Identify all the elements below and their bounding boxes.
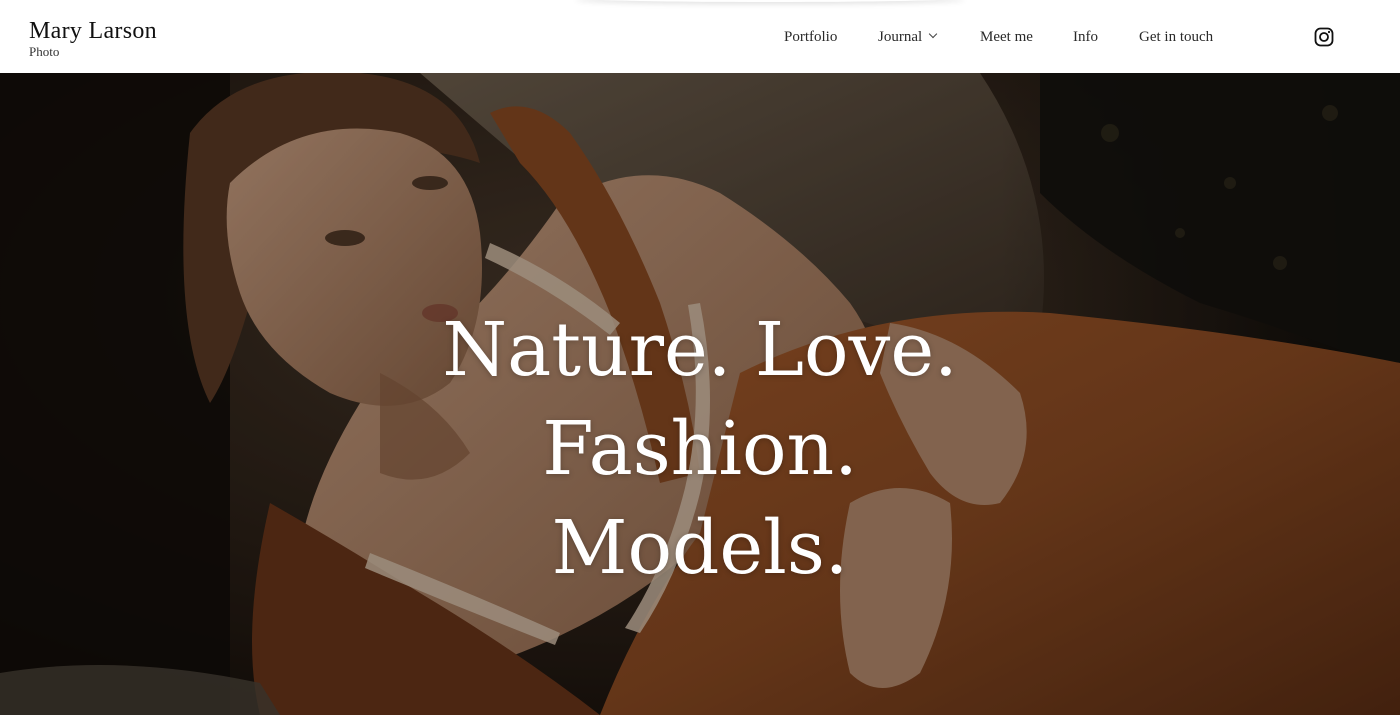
hero-headline-line: Nature. Love.	[442, 307, 958, 393]
hero-section: Nature. Love. Fashion. Models.	[0, 73, 1400, 715]
nav-item-get-in-touch[interactable]: Get in touch	[1139, 27, 1213, 47]
header-shadow-decor	[575, 0, 965, 2]
brand-subtitle: Photo	[29, 44, 60, 59]
hero-headline-line: Models.	[551, 505, 849, 591]
nav-item-portfolio[interactable]: Portfolio	[784, 27, 837, 47]
instagram-icon[interactable]	[1314, 27, 1334, 47]
nav-item-info[interactable]: Info	[1073, 27, 1098, 47]
brand-logo-link[interactable]: Mary Larson Photo	[29, 17, 157, 58]
site-header: Mary Larson Photo Portfolio Journal Meet…	[0, 0, 1400, 73]
chevron-down-icon	[928, 29, 938, 39]
brand-name: Mary Larson	[29, 18, 157, 44]
nav-item-journal[interactable]: Journal	[878, 27, 938, 47]
hero-headline-line: Fashion.	[542, 406, 858, 492]
nav-item-journal-label: Journal	[878, 29, 923, 45]
nav-item-meet-me[interactable]: Meet me	[980, 27, 1033, 47]
hero-headline: Nature. Love. Fashion. Models.	[300, 301, 1100, 598]
